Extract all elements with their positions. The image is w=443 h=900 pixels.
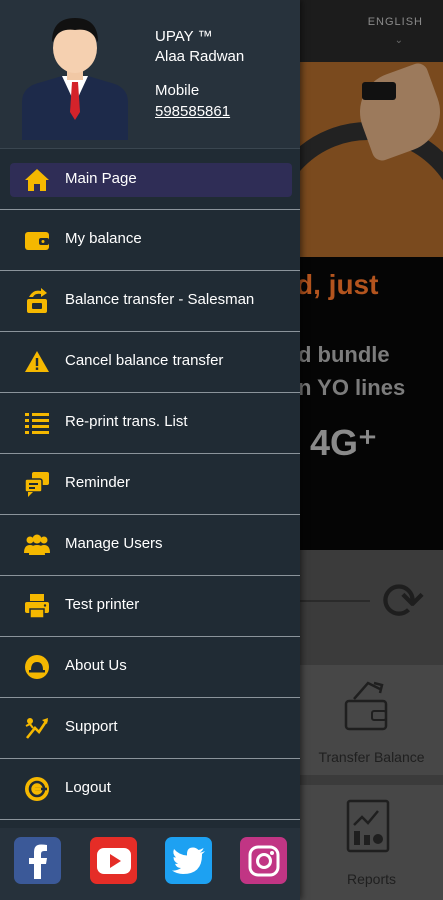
instagram-icon[interactable] <box>240 837 287 884</box>
printer-icon <box>23 592 51 620</box>
wallet-icon <box>23 226 51 254</box>
home-icon <box>23 166 51 194</box>
transfer-balance-tile[interactable]: Transfer Balance <box>300 665 443 775</box>
menu-item-label: Manage Users <box>65 535 163 552</box>
profile-header: UPAY ™ Alaa Radwan Mobile 598585861 <box>0 0 300 149</box>
avatar <box>22 12 128 140</box>
menu-item-label: Balance transfer - Salesman <box>65 291 255 308</box>
list-icon <box>23 409 51 437</box>
info-icon <box>23 653 51 681</box>
chevron-down-icon: ⌄ <box>394 35 403 46</box>
social-bar <box>0 828 300 900</box>
menu-item-label: My balance <box>65 230 142 247</box>
menu-item-label: Support <box>65 718 118 735</box>
report-icon <box>346 799 390 853</box>
active-highlight <box>10 163 292 197</box>
app-name: UPAY ™ <box>155 28 213 45</box>
promo-line-4: 4G⁺ <box>310 422 378 463</box>
menu-item-logout[interactable]: Logout <box>0 759 300 820</box>
support-icon <box>23 714 51 742</box>
menu-item-label: Cancel balance transfer <box>65 352 224 369</box>
promo-line-2: d bundle <box>300 342 390 367</box>
drawer-menu: Main Page My balance Balance transfer - … <box>0 150 300 820</box>
hero-banner <box>300 62 443 257</box>
youtube-icon[interactable] <box>90 837 137 884</box>
menu-item-label: Re-print trans. List <box>65 413 188 430</box>
menu-item-about-us[interactable]: About Us <box>0 637 300 698</box>
tile-label: Transfer Balance <box>318 749 425 765</box>
tile-label: Reports <box>346 871 397 887</box>
transfer-icon <box>23 287 51 315</box>
menu-item-reminder[interactable]: Reminder <box>0 454 300 515</box>
menu-item-cancel-transfer[interactable]: Cancel balance transfer <box>0 332 300 393</box>
mobile-number[interactable]: 598585861 <box>155 103 230 120</box>
menu-item-test-printer[interactable]: Test printer <box>0 576 300 637</box>
menu-item-support[interactable]: Support <box>0 698 300 759</box>
reports-tile[interactable]: Reports <box>300 785 443 900</box>
facebook-icon[interactable] <box>14 837 61 884</box>
warning-icon <box>23 348 51 376</box>
twitter-icon[interactable] <box>165 837 212 884</box>
banner-phone-graphic <box>362 82 396 100</box>
menu-item-label: Logout <box>65 779 111 796</box>
wallet-transfer-icon <box>344 681 388 731</box>
chat-icon <box>23 470 51 498</box>
menu-item-label: Reminder <box>65 474 131 491</box>
menu-item-manage-users[interactable]: Manage Users <box>0 515 300 576</box>
logout-icon <box>23 775 51 803</box>
menu-item-reprint-list[interactable]: Re-print trans. List <box>0 393 300 454</box>
menu-item-my-balance[interactable]: My balance <box>0 210 300 271</box>
menu-item-balance-transfer[interactable]: Balance transfer - Salesman <box>0 271 300 332</box>
navigation-drawer: UPAY ™ Alaa Radwan Mobile 598585861 Main… <box>0 0 300 900</box>
promo-line-1: d, just <box>300 269 379 300</box>
user-name: Alaa Radwan <box>155 48 245 65</box>
app-top-bar <box>300 0 443 62</box>
menu-item-label: Main Page <box>65 170 137 187</box>
promo-banner: d, just d bundle n YO lines 4G⁺ <box>300 257 443 550</box>
users-icon <box>23 531 51 559</box>
promo-line-3: n YO lines <box>300 375 406 400</box>
language-selector[interactable]: ENGLISH <box>368 16 423 28</box>
menu-item-main-page[interactable]: Main Page <box>0 150 300 210</box>
mobile-label: Mobile <box>155 82 200 99</box>
menu-item-label: About Us <box>65 657 127 674</box>
menu-item-label: Test printer <box>65 596 140 613</box>
refresh-icon[interactable]: ⟳ <box>373 570 433 634</box>
divider <box>300 600 370 602</box>
